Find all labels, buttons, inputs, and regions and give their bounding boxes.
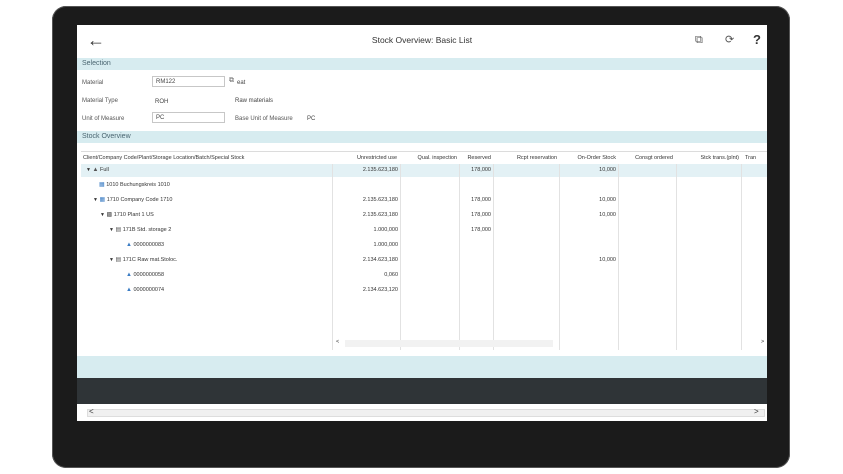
- plant-icon: ▩: [106, 212, 113, 218]
- table-row[interactable]: ▲ 0000000058: [126, 269, 164, 282]
- stock-overview-section-header: Stock Overview: [77, 131, 767, 143]
- cell-unrestricted: 1.000,000: [373, 227, 398, 233]
- page-scroll-right-arrow[interactable]: >: [754, 407, 759, 417]
- uom-input[interactable]: PC: [152, 112, 225, 123]
- row-label: 171B Std. storage 2: [122, 227, 172, 233]
- batch-icon: ▲: [126, 242, 132, 248]
- collapse-triangle-icon[interactable]: ▼: [86, 167, 91, 173]
- material-input[interactable]: RM122: [152, 76, 225, 87]
- cell-onorder: 10,000: [599, 212, 616, 218]
- cell-onorder: 10,000: [599, 197, 616, 203]
- cell-reserved: 178,000: [471, 212, 491, 218]
- table-row[interactable]: ▼ ▩ 1710 Plant 1 US: [100, 209, 154, 222]
- cell-unrestricted: 2.134.623,120: [362, 287, 398, 293]
- page-scroll-left-arrow[interactable]: <: [89, 407, 94, 417]
- material-type-value: ROH: [155, 99, 169, 105]
- cell-unrestricted: 2.134.623,180: [362, 257, 398, 263]
- column-divider: [459, 164, 460, 350]
- table-row-highlight: [81, 164, 767, 177]
- row-label: 0000000083: [133, 242, 165, 248]
- row-label: 1710 Company Code 1710: [106, 197, 173, 203]
- storage-location-icon: ▤: [115, 227, 122, 233]
- footer-toolbar: [77, 378, 767, 404]
- batch-icon: ▲: [126, 272, 132, 278]
- selection-section-header: Selection: [77, 58, 767, 70]
- cell-unrestricted: 0,060: [384, 272, 398, 278]
- uom-label: Unit of Measure: [82, 116, 125, 122]
- title-bar: ← Stock Overview: Basic List ⧉ ⟳ ?: [77, 25, 767, 57]
- footer-band: [77, 356, 767, 378]
- material-suffix: eat: [237, 80, 246, 86]
- cell-reserved: 178,000: [471, 167, 491, 173]
- help-icon[interactable]: ?: [753, 33, 761, 47]
- collapse-triangle-icon[interactable]: ▼: [109, 257, 114, 263]
- app-screen: ← Stock Overview: Basic List ⧉ ⟳ ? Selec…: [77, 25, 767, 421]
- col-header-consgt[interactable]: Consgt ordered: [623, 152, 673, 164]
- collapse-triangle-icon[interactable]: ▼: [93, 197, 98, 203]
- cell-reserved: 178,000: [471, 197, 491, 203]
- row-label: 1710 Plant 1 US: [113, 212, 154, 218]
- col-header-tran[interactable]: Tran: [745, 152, 756, 164]
- cell-onorder: 10,000: [599, 257, 616, 263]
- col-header-unrestricted[interactable]: Unrestricted use: [347, 152, 397, 164]
- col-header-reserved[interactable]: Reserved: [461, 152, 491, 164]
- company-code-icon: ▦: [99, 182, 105, 188]
- col-header-hierarchy[interactable]: Client/Company Code/Plant/Storage Locati…: [83, 152, 244, 164]
- table-row[interactable]: ▦ 1010 Buchungskreis 1010: [99, 179, 170, 192]
- refresh-icon[interactable]: ⟳: [725, 33, 734, 47]
- material-type-label: Material Type: [82, 98, 118, 104]
- col-header-rcpt[interactable]: Rcpt reservation: [495, 152, 557, 164]
- cell-onorder: 10,000: [599, 167, 616, 173]
- base-uom-label: Base Unit of Measure: [235, 116, 293, 122]
- cell-reserved: 178,000: [471, 227, 491, 233]
- scroll-right-arrow[interactable]: >: [761, 338, 764, 347]
- table-row[interactable]: ▼ ▦ 1710 Company Code 1710: [93, 194, 172, 207]
- batch-icon: ▲: [126, 287, 132, 293]
- row-label: 0000000058: [133, 272, 165, 278]
- cell-unrestricted: 2.135.623,180: [362, 167, 398, 173]
- value-help-icon[interactable]: ⧉: [229, 77, 234, 85]
- group-icon: ▲: [92, 167, 99, 173]
- col-header-qual[interactable]: Qual. inspection: [403, 152, 457, 164]
- col-header-stck-trans[interactable]: Stck trans.(plnt): [681, 152, 739, 164]
- cell-unrestricted: 2.135.623,180: [362, 197, 398, 203]
- base-uom-value: PC: [307, 116, 316, 122]
- column-divider: [741, 164, 742, 350]
- table-row[interactable]: ▼ ▤ 171B Std. storage 2: [109, 224, 171, 237]
- table-row[interactable]: ▼ ▤ 171C Raw mat.Stoloc.: [109, 254, 177, 267]
- cell-unrestricted: 1.000,000: [373, 242, 398, 248]
- open-window-icon[interactable]: ⧉: [695, 33, 703, 47]
- col-header-onorder[interactable]: On-Order Stock: [561, 152, 616, 164]
- stock-table: Client/Company Code/Plant/Storage Locati…: [81, 151, 767, 350]
- collapse-triangle-icon[interactable]: ▼: [109, 227, 114, 233]
- cell-unrestricted: 2.135.623,180: [362, 212, 398, 218]
- table-row[interactable]: ▲ 0000000083: [126, 239, 164, 252]
- table-horizontal-scrollbar[interactable]: [345, 340, 553, 347]
- material-type-desc: Raw materials: [235, 98, 274, 104]
- page-title: Stock Overview: Basic List: [371, 35, 473, 45]
- column-divider: [400, 164, 401, 350]
- company-code-icon: ▦: [99, 197, 106, 203]
- collapse-triangle-icon[interactable]: ▼: [100, 212, 105, 218]
- material-label: Material: [82, 80, 104, 86]
- row-label: 0000000074: [133, 287, 165, 293]
- column-divider: [676, 164, 677, 350]
- page-horizontal-scrollbar[interactable]: [87, 409, 765, 417]
- row-label: 171C Raw mat.Stoloc.: [122, 257, 178, 263]
- row-label: 1010 Buchungskreis 1010: [106, 182, 170, 188]
- row-label: Full: [99, 167, 109, 173]
- column-divider: [493, 164, 494, 350]
- scroll-left-arrow[interactable]: <: [336, 338, 339, 347]
- column-divider: [618, 164, 619, 350]
- table-row[interactable]: ▲ 0000000074: [126, 284, 164, 297]
- storage-location-icon: ▤: [115, 257, 122, 263]
- table-row[interactable]: ▼ ▲ Full: [86, 164, 109, 177]
